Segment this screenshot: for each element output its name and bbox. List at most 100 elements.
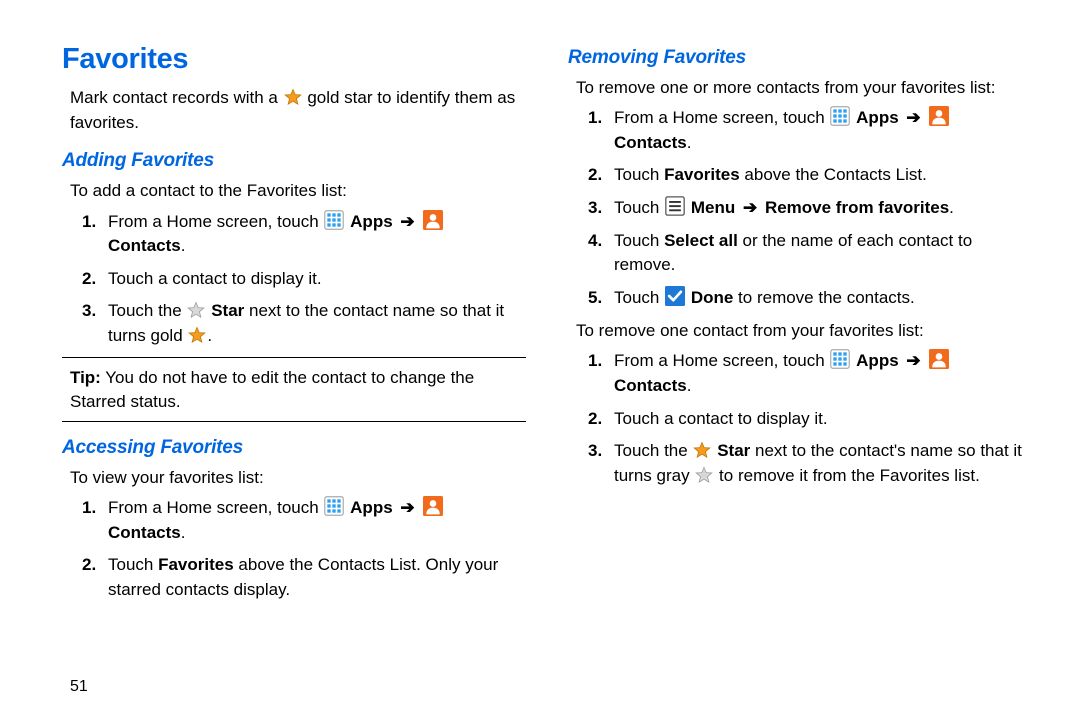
accessing-steps: 1. From a Home screen, touch Apps ➔ Cont… <box>82 496 526 603</box>
step-text: From a Home screen, touch <box>108 212 323 231</box>
tail: . <box>687 376 692 395</box>
arrow-icon: ➔ <box>906 351 920 370</box>
intro-text: Mark contact records with a gold star to… <box>70 86 526 135</box>
arrow-icon: ➔ <box>743 198 757 217</box>
arrow-icon: ➔ <box>906 108 920 127</box>
step-num: 5. <box>588 286 602 311</box>
apps-label: Apps <box>856 108 899 127</box>
contacts-label: Contacts <box>108 236 181 255</box>
gold-star-icon <box>693 441 711 459</box>
removing-lead-1: To remove one or more contacts from your… <box>576 76 1032 101</box>
list-item: 1. From a Home screen, touch Apps ➔ Cont… <box>588 349 1032 398</box>
list-item: 2. Touch Favorites above the Contacts Li… <box>82 553 526 602</box>
apps-label: Apps <box>856 351 899 370</box>
step-num: 1. <box>588 106 602 131</box>
apps-icon <box>324 496 344 516</box>
accessing-heading: Accessing Favorites <box>62 434 526 462</box>
list-item: 2. Touch a contact to display it. <box>588 407 1032 432</box>
step-text: Touch a contact to display it. <box>614 409 828 428</box>
list-item: 1. From a Home screen, touch Apps ➔ Cont… <box>82 210 526 259</box>
done-label: Done <box>691 288 734 307</box>
step-text-b: above the Contacts List. <box>740 165 927 184</box>
apps-icon <box>830 106 850 126</box>
tip-block: Tip: You do not have to edit the contact… <box>70 366 526 415</box>
step-num: 3. <box>588 196 602 221</box>
favorites-label: Favorites <box>664 165 740 184</box>
step-num: 2. <box>588 163 602 188</box>
right-column: Removing Favorites To remove one or more… <box>568 38 1032 611</box>
contacts-label: Contacts <box>108 523 181 542</box>
removing-heading: Removing Favorites <box>568 44 1032 72</box>
tip-text: You do not have to edit the contact to c… <box>70 368 474 412</box>
apps-label: Apps <box>350 212 393 231</box>
star-label: Star <box>211 301 244 320</box>
divider <box>62 421 526 422</box>
step-num: 3. <box>82 299 96 324</box>
list-item: 4. Touch Select all or the name of each … <box>588 229 1032 278</box>
adding-heading: Adding Favorites <box>62 147 526 175</box>
step-num: 1. <box>82 210 96 235</box>
gray-star-icon <box>187 301 205 319</box>
contacts-label: Contacts <box>614 133 687 152</box>
contacts-icon <box>929 106 949 126</box>
left-column: Favorites Mark contact records with a go… <box>62 38 526 611</box>
tail: . <box>949 198 954 217</box>
menu-label: Menu <box>691 198 735 217</box>
removing-lead-2: To remove one contact from your favorite… <box>576 319 1032 344</box>
list-item: 5. Touch Done to remove the contacts. <box>588 286 1032 311</box>
step-text: Touch the <box>108 301 186 320</box>
star-label: Star <box>717 441 750 460</box>
arrow-icon: ➔ <box>400 212 414 231</box>
removing-steps-a: 1. From a Home screen, touch Apps ➔ Cont… <box>588 106 1032 310</box>
step-text: Touch <box>614 165 664 184</box>
step-text: Touch <box>614 231 664 250</box>
apps-label: Apps <box>350 498 393 517</box>
arrow-icon: ➔ <box>400 498 414 517</box>
contacts-label: Contacts <box>614 376 687 395</box>
step-text: Touch the <box>614 441 692 460</box>
divider <box>62 357 526 358</box>
step-text: Touch a contact to display it. <box>108 269 322 288</box>
done-icon <box>665 286 685 306</box>
list-item: 3. Touch Menu ➔ Remove from favorites. <box>588 196 1032 221</box>
menu-icon <box>665 196 685 216</box>
remove-label: Remove from favorites <box>765 198 949 217</box>
apps-icon <box>324 210 344 230</box>
step-num: 1. <box>82 496 96 521</box>
gold-star-icon <box>284 88 302 106</box>
tail: . <box>181 523 186 542</box>
list-item: 1. From a Home screen, touch Apps ➔ Cont… <box>82 496 526 545</box>
step-num: 2. <box>588 407 602 432</box>
tip-label: Tip: <box>70 368 101 387</box>
step-num: 4. <box>588 229 602 254</box>
removing-steps-b: 1. From a Home screen, touch Apps ➔ Cont… <box>588 349 1032 488</box>
step-text-b: to remove the contacts. <box>733 288 914 307</box>
apps-icon <box>830 349 850 369</box>
step-text-c: to remove it from the Favorites list. <box>719 466 980 485</box>
step-text: Touch <box>614 288 664 307</box>
tail: . <box>181 236 186 255</box>
page-number: 51 <box>70 675 88 698</box>
step-text: From a Home screen, touch <box>614 108 829 127</box>
list-item: 3. Touch the Star next to the contact na… <box>82 299 526 348</box>
favorites-label: Favorites <box>158 555 234 574</box>
step-num: 2. <box>82 553 96 578</box>
contacts-icon <box>423 496 443 516</box>
gray-star-icon <box>695 466 713 484</box>
step-num: 3. <box>588 439 602 464</box>
step-text: From a Home screen, touch <box>108 498 323 517</box>
list-item: 2. Touch Favorites above the Contacts Li… <box>588 163 1032 188</box>
select-all-label: Select all <box>664 231 738 250</box>
tail: . <box>207 326 212 345</box>
list-item: 2. Touch a contact to display it. <box>82 267 526 292</box>
adding-steps: 1. From a Home screen, touch Apps ➔ Cont… <box>82 210 526 349</box>
tail: . <box>687 133 692 152</box>
adding-lead: To add a contact to the Favorites list: <box>70 179 526 204</box>
list-item: 3. Touch the Star next to the contact's … <box>588 439 1032 488</box>
contacts-icon <box>423 210 443 230</box>
step-text: From a Home screen, touch <box>614 351 829 370</box>
step-text: Touch <box>108 555 158 574</box>
gold-star-icon <box>188 326 206 344</box>
list-item: 1. From a Home screen, touch Apps ➔ Cont… <box>588 106 1032 155</box>
section-title: Favorites <box>62 38 526 80</box>
